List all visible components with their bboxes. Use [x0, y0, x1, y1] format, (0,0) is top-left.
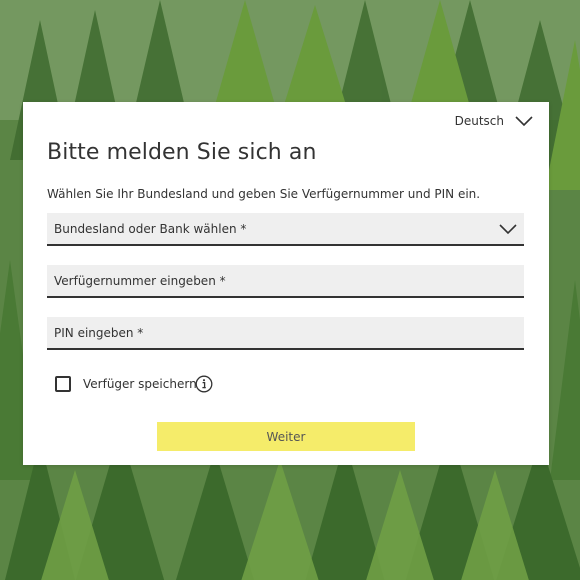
- language-selector[interactable]: Deutsch: [455, 114, 534, 128]
- submit-button[interactable]: Weiter: [157, 422, 415, 451]
- verfueger-number-label: Verfügernummer eingeben *: [54, 274, 226, 288]
- chevron-down-icon: [515, 116, 533, 127]
- login-card: Deutsch Bitte melden Sie sich an Wählen …: [23, 102, 549, 465]
- page-title: Bitte melden Sie sich an: [47, 140, 317, 165]
- bank-select-label: Bundesland oder Bank wählen *: [54, 222, 247, 236]
- chevron-down-icon: [499, 224, 517, 235]
- info-icon[interactable]: [195, 375, 213, 393]
- pin-field[interactable]: PIN eingeben *: [47, 317, 524, 350]
- remember-label[interactable]: Verfüger speichern: [83, 377, 197, 391]
- verfueger-number-field[interactable]: Verfügernummer eingeben *: [47, 265, 524, 298]
- pin-label: PIN eingeben *: [54, 326, 144, 340]
- bank-select[interactable]: Bundesland oder Bank wählen *: [47, 213, 524, 246]
- language-selector-label: Deutsch: [454, 114, 504, 128]
- login-instructions: Wählen Sie Ihr Bundesland und geben Sie …: [47, 187, 481, 201]
- remember-verfueger: Verfüger speichern: [55, 376, 197, 392]
- remember-checkbox[interactable]: [55, 376, 71, 392]
